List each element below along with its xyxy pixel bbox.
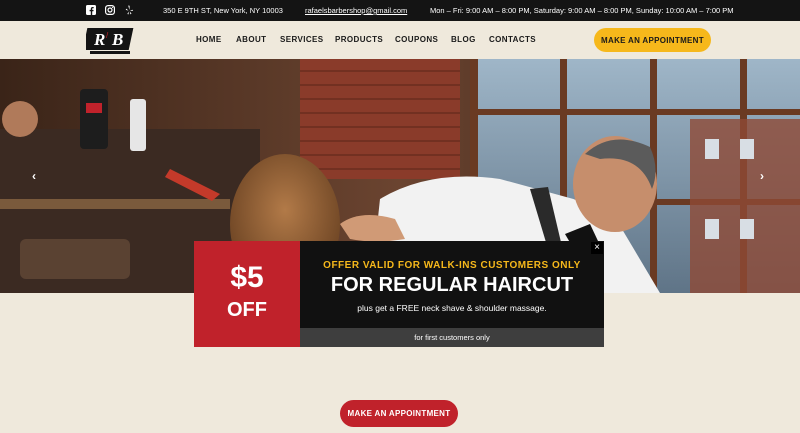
promo-off: OFF <box>227 299 267 321</box>
nav-contacts[interactable]: CONTACTS <box>489 35 539 44</box>
promo-popup: $5 OFF OFFER VALID FOR WALK-INS CUSTOMER… <box>194 241 604 347</box>
top-bar: 350 E 9TH ST, New York, NY 10003 rafaels… <box>0 0 800 21</box>
svg-text:R: R <box>93 30 105 49</box>
opening-hours: Mon – Fri: 9:00 AM – 8:00 PM, Saturday: … <box>430 6 734 15</box>
site-header: R / B HOME ABOUT SERVICES PRODUCTS COUPO… <box>0 21 800 59</box>
main-nav: HOME ABOUT SERVICES PRODUCTS COUPONS BLO… <box>196 35 539 44</box>
address-text: 350 E 9TH ST, New York, NY 10003 <box>163 6 283 15</box>
facebook-icon[interactable] <box>86 5 96 15</box>
site-logo[interactable]: R / B <box>82 25 136 55</box>
chevron-right-icon[interactable]: › <box>760 169 764 183</box>
nav-coupons[interactable]: COUPONS <box>395 35 451 44</box>
make-appointment-button[interactable]: MAKE AN APPOINTMENT <box>594 28 711 52</box>
close-icon[interactable]: × <box>591 242 603 254</box>
nav-services[interactable]: SERVICES <box>280 35 335 44</box>
instagram-icon[interactable] <box>105 5 116 16</box>
promo-price-block: $5 OFF <box>194 241 300 347</box>
nav-products[interactable]: PRODUCTS <box>335 35 395 44</box>
email-link[interactable]: rafaelsbarbershop@gmail.com <box>305 6 407 15</box>
promo-extra: plus get a FREE neck shave & shoulder ma… <box>357 303 547 313</box>
nav-about[interactable]: ABOUT <box>236 35 280 44</box>
promo-price: $5 <box>230 261 264 294</box>
nav-home[interactable]: HOME <box>196 35 236 44</box>
nav-blog[interactable]: BLOG <box>451 35 489 44</box>
promo-validity: OFFER VALID FOR WALK-INS CUSTOMERS ONLY <box>323 260 581 271</box>
make-appointment-bottom-button[interactable]: MAKE AN APPOINTMENT <box>340 400 458 427</box>
chevron-left-icon[interactable]: ‹ <box>32 169 36 183</box>
yelp-icon[interactable] <box>124 5 134 15</box>
promo-footnote: for first customers only <box>300 328 604 347</box>
promo-details: OFFER VALID FOR WALK-INS CUSTOMERS ONLY … <box>300 241 604 328</box>
promo-headline: FOR REGULAR HAIRCUT <box>330 274 574 296</box>
svg-text:B: B <box>111 30 123 49</box>
social-links <box>86 5 134 16</box>
